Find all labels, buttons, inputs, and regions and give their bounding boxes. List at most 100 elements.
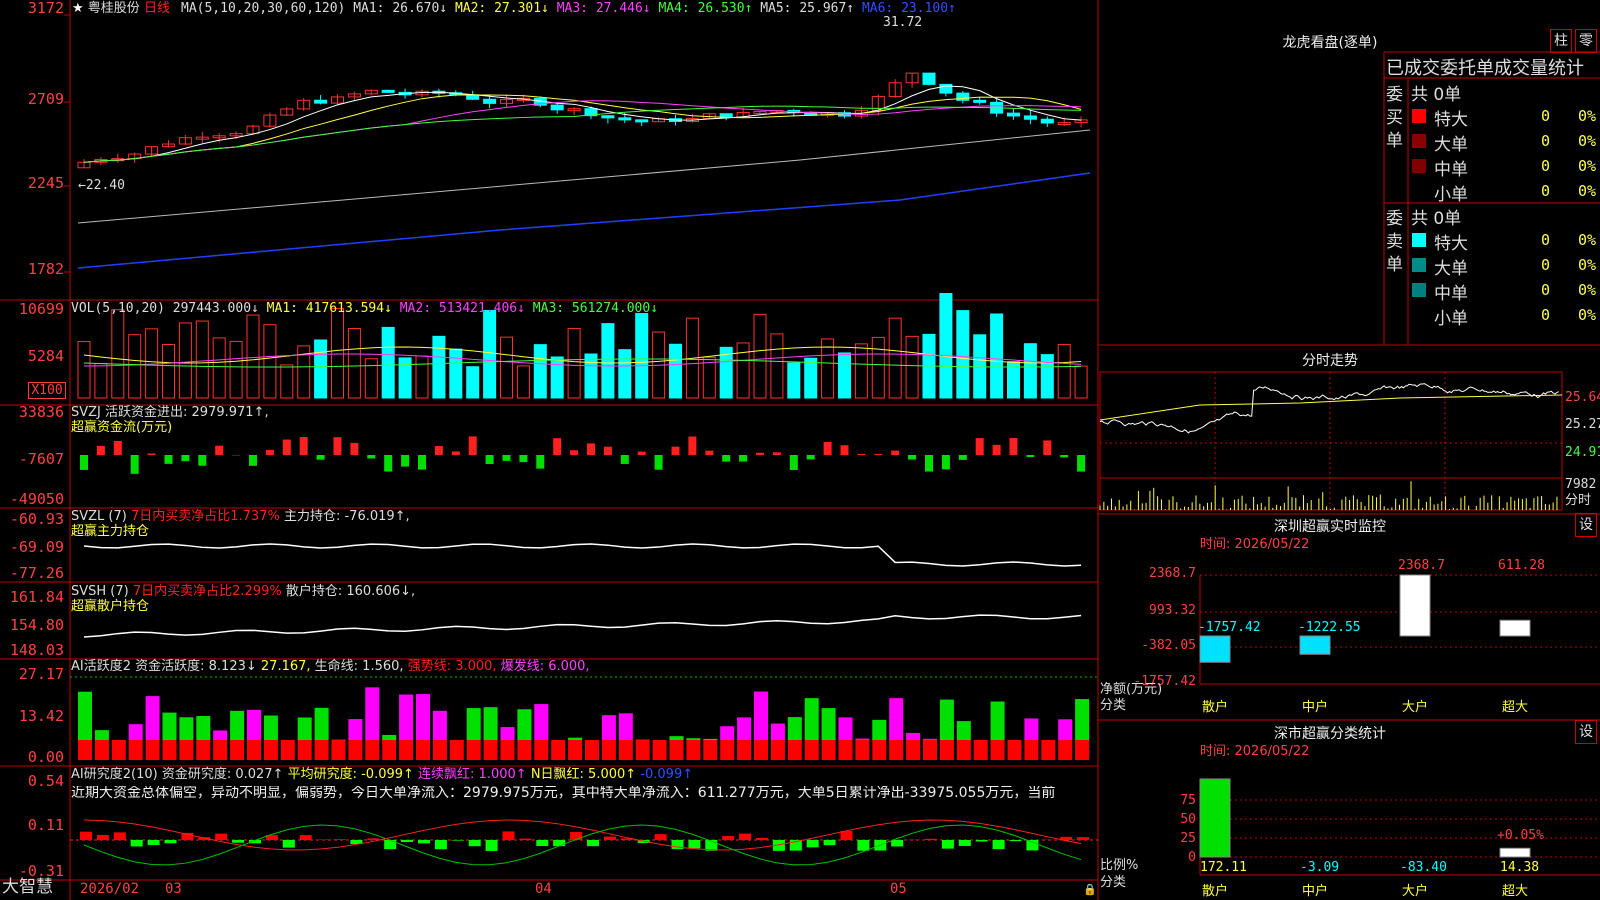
active-bar (382, 734, 397, 740)
volume-bar (415, 355, 429, 399)
svzj-bar (451, 451, 460, 455)
class-value-label: 14.38 (1500, 860, 1540, 875)
research-bar (975, 840, 988, 842)
lattice-view-button[interactable]: 零 (1575, 29, 1597, 53)
order-size-label: 特大 (1434, 234, 1468, 254)
sz-class-settings-button[interactable]: 设 (1575, 720, 1597, 744)
bar-view-button[interactable]: 柱 (1550, 29, 1572, 53)
monitor-value-label: -1222.55 (1298, 620, 1361, 635)
sz-class-pct-label: +0.05% (1497, 828, 1544, 843)
active-base (923, 740, 937, 760)
svzj-bar (857, 453, 866, 455)
ma-line (83, 94, 1082, 163)
active-bar (432, 710, 447, 740)
ma1-value: MA1: 26.670↓ (353, 1, 448, 16)
chart-canvas[interactable] (0, 0, 1600, 900)
active-base (906, 740, 921, 760)
active-bar (923, 738, 937, 740)
y-tick: -69.09 (9, 538, 64, 556)
monitor-category: 中户 (1302, 700, 1329, 715)
annot-low: ←22.40 (78, 178, 125, 193)
order-size-label: 大单 (1434, 135, 1468, 155)
active-bar (517, 709, 532, 740)
volume-bar (905, 335, 919, 399)
volume-bar (990, 313, 1004, 399)
volume-unit[interactable]: X100 (28, 382, 66, 399)
svzj-bar (1060, 455, 1069, 458)
class-bar (1499, 847, 1531, 858)
svzj-header: SVZJ 活跃资金进出: 2979.971↑, (71, 405, 269, 420)
volume-bar (364, 358, 378, 399)
active-bar (314, 707, 329, 740)
x-tick: 03 (165, 881, 182, 897)
volume-bar (483, 309, 497, 399)
active-bar (348, 719, 363, 740)
y-tick: -7607 (18, 450, 64, 468)
research-bar (739, 833, 752, 840)
research-bar (536, 840, 549, 847)
active-base (449, 740, 464, 760)
research-bar (468, 840, 481, 847)
active-base (754, 740, 768, 760)
volume-bar (939, 293, 953, 399)
class-value-label: 172.11 (1200, 860, 1247, 875)
active-base (196, 740, 211, 760)
ai-research-h4: 连续飘红: 1.000↑ (418, 767, 527, 782)
volume-bar (516, 365, 530, 399)
active-base (889, 740, 904, 760)
volume-bar (178, 322, 192, 399)
volume-bar (331, 308, 344, 399)
y-tick: 2709 (27, 90, 64, 108)
active-bar (1075, 699, 1090, 740)
order-size-label: 大单 (1434, 259, 1468, 279)
dragon-header: 已成交委托单成交量统计 (1386, 58, 1584, 79)
intraday-y-tick: 25.27 (1565, 417, 1600, 432)
sell-side-label: 委卖单 (1386, 209, 1403, 275)
ma-header: MA(5,10,20,30,60,120) MA1: 26.670↓ MA2: … (181, 1, 956, 16)
active-base (500, 740, 515, 760)
x-tick: 04 (535, 881, 552, 897)
star-icon[interactable]: ★ (72, 1, 84, 16)
lock-icon[interactable]: 🔒 (1083, 882, 1097, 897)
research-bar (367, 838, 380, 840)
color-swatch (1412, 134, 1426, 148)
sz-monitor-settings-button[interactable]: 设 (1575, 513, 1597, 537)
volume-bar (246, 314, 260, 399)
volume-bar (533, 344, 547, 399)
active-base (956, 740, 971, 760)
candle-body (550, 104, 564, 111)
ma6-value: MA6: 23.100↑ (861, 1, 956, 16)
y-tick: 5284 (27, 347, 64, 365)
research-bar (299, 835, 312, 840)
y-tick: 154.80 (9, 616, 64, 634)
order-size-label: 中单 (1434, 284, 1468, 304)
sz-monitor-y-tick: -382.05 (1141, 638, 1196, 653)
ai-active-header: AI活跃度2 资金活跃度: 8.123↓ 27.167, 生命线: 1.560,… (71, 659, 590, 674)
svzj-bar (992, 444, 1001, 455)
sell-total: 共 0单 (1411, 209, 1462, 229)
active-bar (466, 708, 481, 740)
svzj-bar (80, 455, 88, 470)
order-pct: 0% (1578, 306, 1597, 324)
volume-bar (787, 362, 801, 399)
order-size-label: 小单 (1434, 185, 1468, 205)
active-bar (534, 704, 549, 740)
ma5-value: MA5: 25.967↑ (760, 1, 855, 16)
volume-bar (128, 334, 142, 399)
svzj-bar (1043, 440, 1052, 455)
y-tick: 10699 (18, 300, 64, 318)
candle-body (1040, 118, 1054, 124)
sz-monitor-time: 时间: 2026/05/22 (1200, 537, 1310, 552)
research-bar (96, 835, 109, 840)
active-base (382, 740, 397, 760)
period-label[interactable]: 日线 (144, 1, 170, 16)
active-bar (263, 715, 278, 740)
active-base (652, 740, 667, 760)
research-bar (756, 837, 768, 840)
volume-bar (111, 309, 125, 399)
svzj-bar (468, 436, 477, 455)
svzj-bar (654, 455, 663, 470)
class-category: 中户 (1302, 884, 1329, 899)
research-bar (164, 840, 177, 844)
svzj-bar (113, 440, 122, 455)
